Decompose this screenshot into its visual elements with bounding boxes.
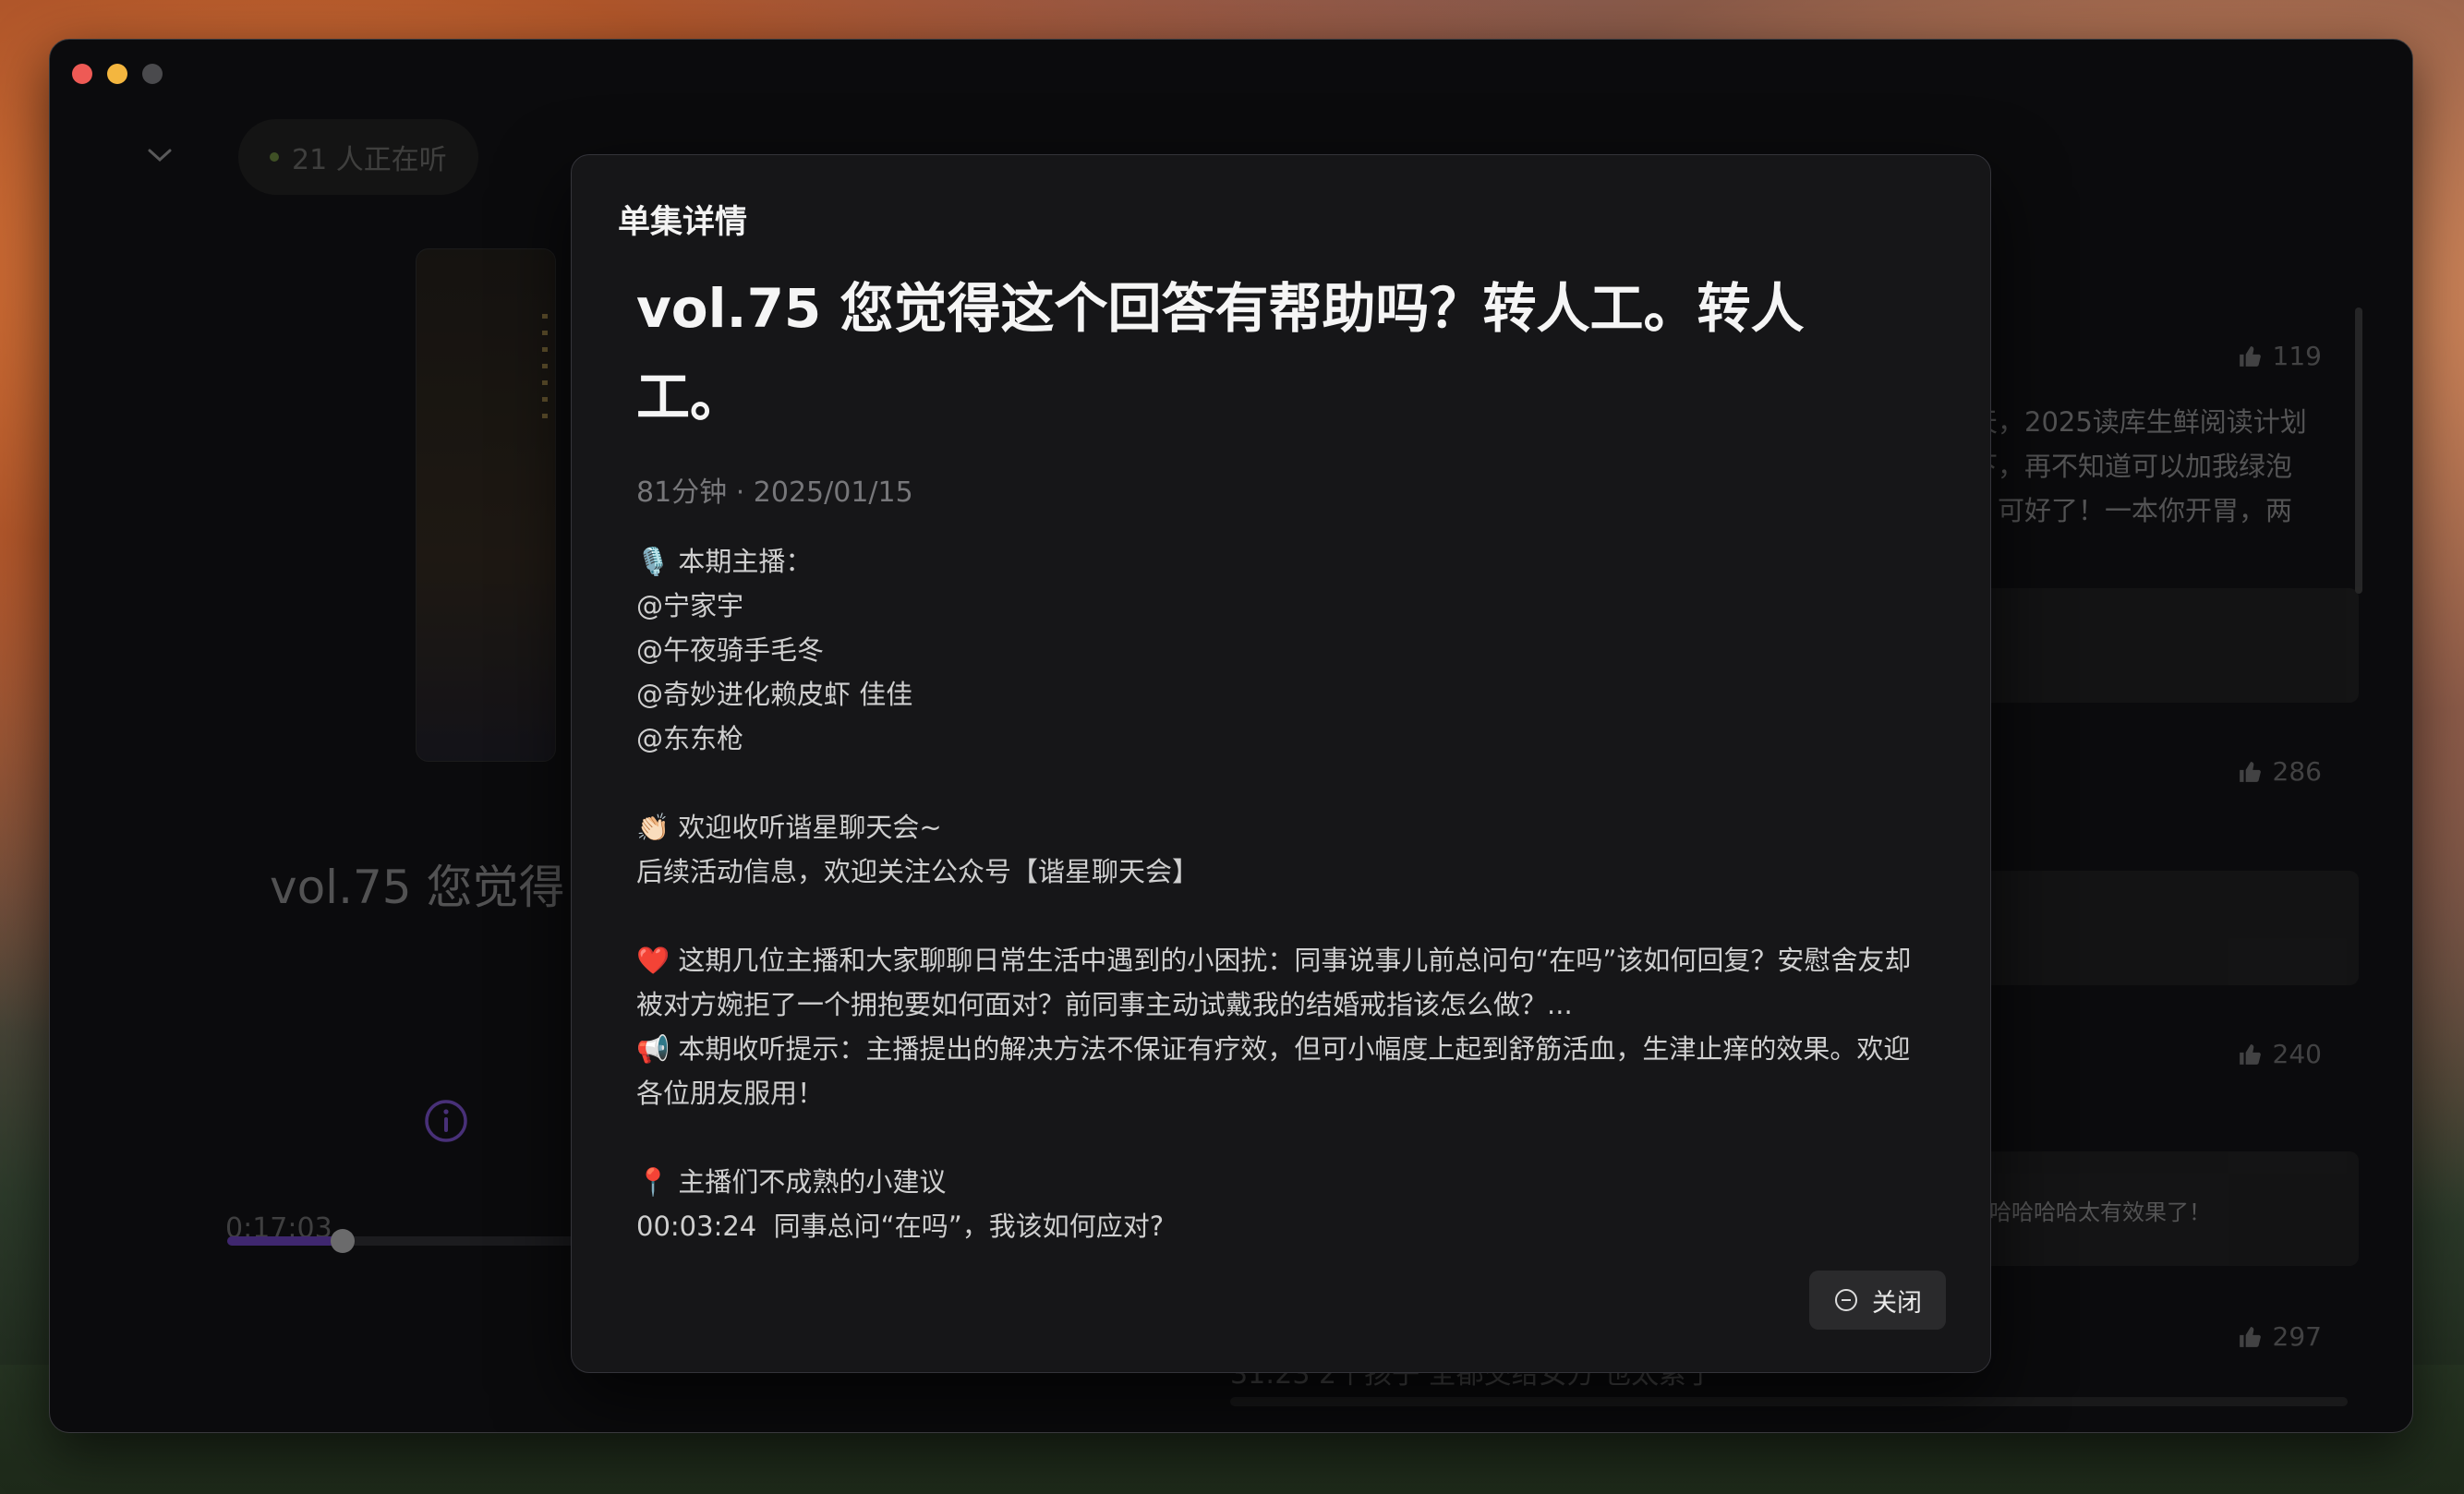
description-line	[636, 761, 1929, 805]
info-icon[interactable]	[423, 1098, 469, 1144]
description-line: 00:03:24 同事总问“在吗”，我该如何应对?	[636, 1211, 1165, 1242]
comment-reply-box	[1971, 588, 2359, 703]
progress-slider[interactable]	[227, 1229, 578, 1253]
episode-detail-modal: 单集详情 vol.75 您觉得这个回答有帮助吗？转人工。转人工。 81分钟 · …	[571, 154, 1991, 1373]
progress-fill	[227, 1236, 344, 1246]
thumbs-up-icon	[2239, 345, 2261, 367]
episode-cover	[416, 248, 556, 762]
thumbs-up-icon	[2239, 1326, 2261, 1347]
thumbs-up-icon	[2239, 1043, 2261, 1065]
comment-like[interactable]: 297	[2238, 1321, 2322, 1352]
cover-lights	[542, 314, 548, 425]
comments-panel: 119 天，2025读库生鲜阅读计划 下，再不知道可以加我绿泡 ，可好了！一本你…	[1971, 298, 2377, 1432]
comment-reply-box	[1971, 871, 2359, 985]
description-line: @奇妙进化赖皮虾 佳佳	[636, 679, 913, 710]
reply-text: 哈哈哈哈太有效果了！	[1989, 1199, 2211, 1225]
like-count: 240	[2272, 1039, 2322, 1069]
modal-title: 单集详情	[618, 204, 748, 241]
minus-circle-icon	[1835, 1289, 1857, 1311]
description-line: @宁家宇	[636, 590, 744, 621]
like-count: 286	[2272, 756, 2322, 787]
description-line: 👏🏻 欢迎收听谐星聊天会~	[636, 812, 942, 843]
description-line: 🎙️ 本期主播：	[636, 546, 813, 577]
comment-reply-box: 哈哈哈哈太有效果了！	[1971, 1151, 2359, 1266]
app-window: 21 人正在听 vol.75 您觉得 0:17:03 119 天，2025读库生…	[49, 39, 2413, 1433]
description-line: 后续活动信息，欢迎关注公众号【谐星聊天会】	[636, 856, 1200, 887]
description-line: @东东枪	[636, 723, 744, 754]
progress-knob[interactable]	[331, 1229, 356, 1253]
description-line	[636, 1115, 1929, 1160]
like-count: 119	[2272, 341, 2322, 371]
listeners-count: 21 人正在听	[292, 144, 447, 176]
bottom-scroll-track[interactable]	[1230, 1397, 2348, 1406]
description-line: @午夜骑手毛冬	[636, 634, 825, 666]
comment-like[interactable]: 286	[2238, 756, 2322, 787]
episode-meta: 81分钟 · 2025/01/15	[636, 476, 913, 509]
chevron-down-icon[interactable]	[146, 141, 174, 169]
description-line: 📍 主播们不成熟的小建议	[636, 1166, 947, 1198]
comment-like[interactable]: 240	[2238, 1039, 2322, 1069]
player-title: vol.75 您觉得	[270, 861, 565, 914]
episode-title: vol.75 您觉得这个回答有帮助吗？转人工。转人工。	[636, 277, 1805, 428]
listeners-pill: 21 人正在听	[238, 119, 478, 195]
close-label: 关闭	[1872, 1288, 1922, 1318]
comment-text: 天，2025读库生鲜阅读计划 下，再不知道可以加我绿泡 ，可好了！一本你开胃，两	[1971, 406, 2307, 526]
close-button[interactable]: 关闭	[1809, 1271, 1946, 1330]
like-count: 297	[2272, 1321, 2322, 1352]
description-line: 📢 本期收听提示：主播提出的解决方法不保证有疗效，但可小幅度上起到舒筋活血，生津…	[636, 1033, 1911, 1109]
episode-description: 🎙️ 本期主播： @宁家宇 @午夜骑手毛冬 @奇妙进化赖皮虾 佳佳 @东东枪 👏🏻 欢迎…	[636, 539, 1929, 1352]
comments-scrollbar[interactable]	[2355, 307, 2362, 594]
thumbs-up-icon	[2239, 761, 2261, 782]
comment-text-fragment: !	[1971, 1096, 2359, 1140]
description-line: ❤️ 这期几位主播和大家聊聊日常生活中遇到的小困扰：同事说事儿前总问句“在吗”该…	[636, 945, 1912, 1020]
live-dot-icon	[270, 152, 279, 162]
description-line	[636, 894, 1929, 938]
comment-like[interactable]: 119	[2238, 341, 2322, 371]
